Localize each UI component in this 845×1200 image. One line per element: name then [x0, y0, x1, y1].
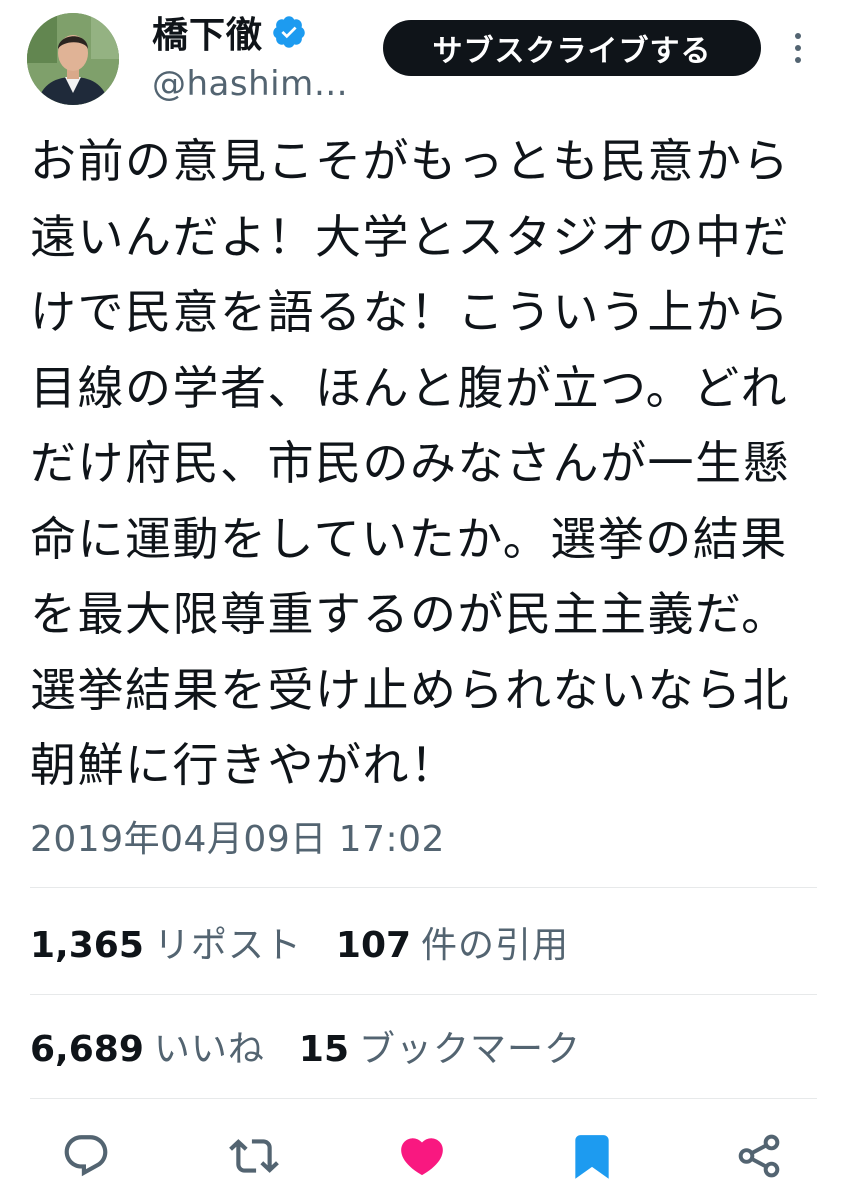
- engagement-stats-row: 6,689 いいね 15 ブックマーク: [30, 1016, 615, 1076]
- display-name[interactable]: 橋下徹: [152, 6, 263, 58]
- like-count-stat[interactable]: 6,689 いいね: [30, 1020, 265, 1072]
- divider: [30, 1098, 817, 1099]
- tweet-timestamp[interactable]: 2019年04月09日 17:02: [30, 810, 445, 862]
- bookmark-count: 15: [298, 1029, 349, 1070]
- avatar[interactable]: [27, 13, 119, 105]
- reply-icon: [64, 1135, 108, 1177]
- repost-label: リポスト: [153, 925, 302, 966]
- tweet-detail-view: 橋下徹 @hashim… サブスクライブする お前の意見こそがもっとも民意から遠…: [0, 0, 845, 1200]
- more-vertical-icon[interactable]: [786, 28, 810, 68]
- author-name-row: 橋下徹: [152, 8, 307, 56]
- like-label: いいね: [153, 1029, 265, 1070]
- like-count: 6,689: [30, 1029, 144, 1070]
- bookmark-icon: [575, 1135, 609, 1179]
- bookmark-button[interactable]: [564, 1128, 620, 1184]
- divider: [30, 887, 817, 888]
- like-button[interactable]: [394, 1128, 450, 1184]
- share-icon: [738, 1134, 780, 1178]
- quote-count: 107: [335, 925, 412, 966]
- tweet-action-bar: [0, 1118, 845, 1190]
- user-handle[interactable]: @hashim…: [152, 64, 348, 104]
- verified-badge-icon: [271, 14, 307, 50]
- reply-button[interactable]: [58, 1128, 114, 1184]
- tweet-text: お前の意見こそがもっとも民意から遠いんだよ！大学とスタジオの中だけで民意を語るな…: [30, 134, 790, 792]
- profile-photo: [27, 13, 119, 105]
- quote-label: 件の引用: [421, 925, 570, 966]
- share-button[interactable]: [731, 1128, 787, 1184]
- heart-icon: [401, 1138, 443, 1176]
- subscribe-button[interactable]: サブスクライブする: [383, 20, 761, 76]
- repost-count-stat[interactable]: 1,365 リポスト: [30, 916, 302, 968]
- quote-count-stat[interactable]: 107 件の引用: [336, 916, 569, 968]
- engagement-stats-row: 1,365 リポスト 107 件の引用: [30, 912, 603, 972]
- repost-button[interactable]: [226, 1128, 282, 1184]
- bookmark-count-stat[interactable]: 15 ブックマーク: [299, 1020, 581, 1072]
- repost-icon: [229, 1139, 279, 1173]
- bookmark-label: ブックマーク: [359, 1029, 582, 1070]
- repost-count: 1,365: [30, 925, 144, 966]
- divider: [30, 994, 817, 995]
